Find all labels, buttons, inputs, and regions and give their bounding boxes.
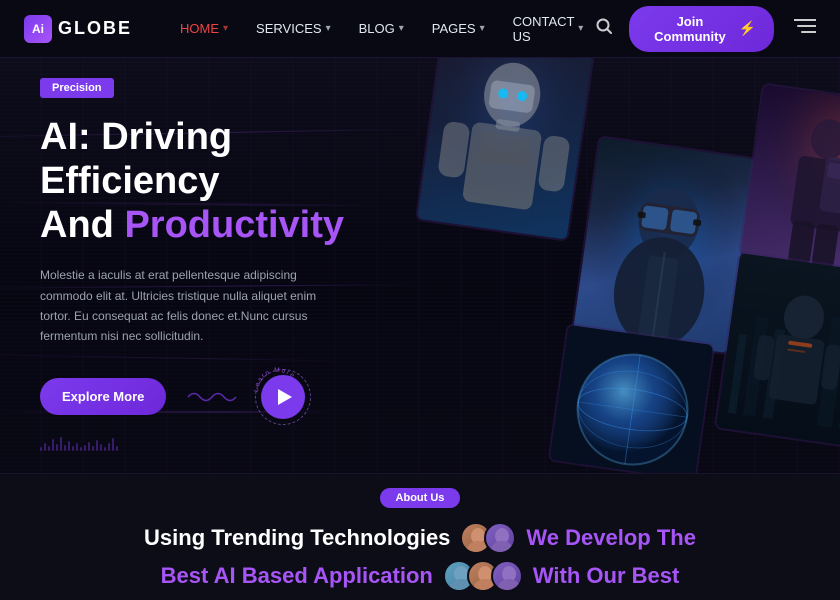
hero-title: AI: Driving Efficiency And Productivity	[40, 116, 380, 247]
chevron-down-icon: ▾	[399, 23, 404, 34]
video-button-wrap[interactable]: Learn More	[261, 375, 305, 419]
nav-item-services[interactable]: SERVICES ▾	[244, 15, 343, 42]
logo[interactable]: Ai GLOBE	[24, 15, 132, 43]
avatar	[491, 560, 523, 592]
logo-text: GLOBE	[58, 18, 132, 39]
about-line1: Using Trending Technologies We Develop T…	[144, 522, 696, 554]
search-icon[interactable]	[595, 17, 613, 40]
play-button[interactable]	[261, 375, 305, 419]
nav-right: Join Community ⚡	[595, 6, 816, 52]
about-title-row2: Best AI Based Application	[161, 558, 680, 592]
about-badge: About Us	[380, 488, 461, 508]
avatars-group-1	[460, 522, 516, 554]
hero-description: Molestie a iaculis at erat pellentesque …	[40, 265, 340, 347]
about-title: Using Trending Technologies We Develop T…	[144, 522, 696, 554]
chevron-down-icon: ▾	[480, 23, 485, 34]
squiggly-line-icon	[186, 386, 241, 408]
about-section: About Us Using Trending Technologies	[0, 473, 840, 600]
hero-image-globe	[548, 323, 716, 473]
nav-links: HOME ▾ SERVICES ▾ BLOG ▾ PAGES ▾ CONTACT…	[168, 8, 595, 50]
hero-image-robot	[415, 58, 595, 242]
hero-image-backpack	[738, 82, 840, 275]
lightning-icon: ⚡	[739, 20, 756, 37]
about-line2: Best AI Based Application	[161, 560, 680, 592]
nav-item-home[interactable]: HOME ▾	[168, 15, 240, 42]
avatar	[484, 522, 516, 554]
navbar: Ai GLOBE HOME ▾ SERVICES ▾ BLOG ▾ PAGES …	[0, 0, 840, 58]
avatars-group-2	[443, 560, 523, 592]
chevron-down-icon: ▾	[578, 23, 583, 34]
menu-icon[interactable]	[794, 17, 816, 40]
hero-section: Precision AI: Driving Efficiency And Pro…	[0, 58, 840, 473]
hero-image-collage	[321, 58, 840, 473]
join-community-button[interactable]: Join Community ⚡	[629, 6, 774, 52]
logo-icon: Ai	[24, 15, 52, 43]
chevron-down-icon: ▾	[223, 23, 228, 34]
explore-more-button[interactable]: Explore More	[40, 378, 166, 415]
chevron-down-icon: ▾	[326, 23, 331, 34]
nav-item-blog[interactable]: BLOG ▾	[347, 15, 416, 42]
nav-item-pages[interactable]: PAGES ▾	[420, 15, 497, 42]
precision-badge: Precision	[40, 78, 114, 98]
nav-item-contact[interactable]: CONTACT US ▾	[501, 8, 596, 50]
